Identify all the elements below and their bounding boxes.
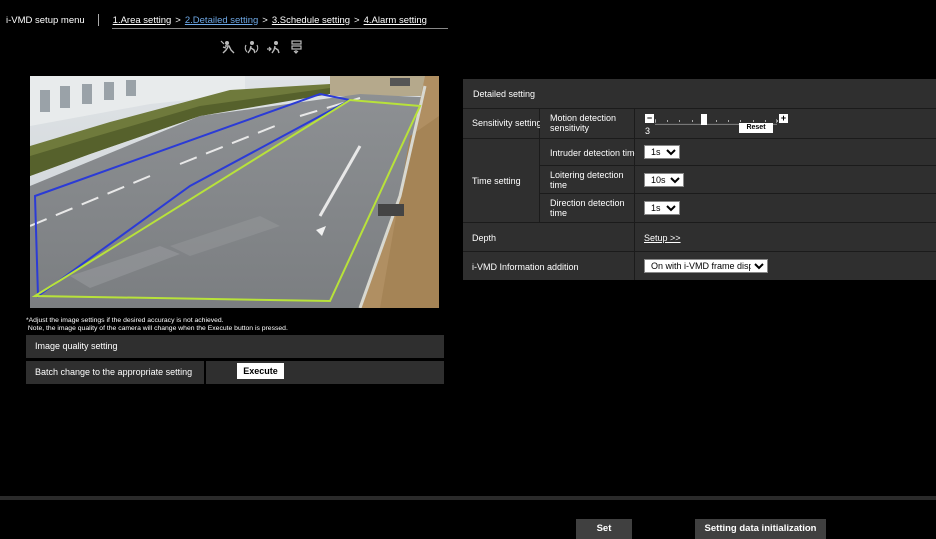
step-area-setting[interactable]: 1.Area setting (113, 15, 172, 26)
slider-tick (740, 120, 741, 122)
step-arrow: > (175, 14, 181, 26)
slider-tick (777, 120, 778, 122)
execute-button[interactable]: Execute (237, 363, 284, 379)
slider-tick (667, 120, 668, 122)
intruder-detection-label: Intruder detection time (550, 148, 640, 158)
menu-underline (112, 28, 448, 29)
image-adjust-note: *Adjust the image settings if the desire… (26, 317, 288, 332)
decrease-sensitivity-button[interactable]: − (645, 114, 654, 123)
intruder-time-select[interactable]: 1s (644, 145, 680, 159)
direction-value-cell (635, 194, 936, 222)
image-quality-row: Image quality setting (26, 335, 444, 358)
bottom-divider (0, 496, 936, 500)
loitering-detection-icon[interactable] (243, 40, 260, 54)
detailed-setting-title: Detailed setting (473, 89, 536, 99)
slider-tick (753, 120, 754, 122)
info-addition-label: i-VMD Information addition (472, 262, 579, 272)
area-list-icon[interactable] (289, 40, 306, 54)
set-button[interactable]: Set (576, 519, 632, 539)
detection-type-icons (220, 40, 306, 54)
slider-tick (728, 120, 729, 122)
loitering-time-select[interactable]: 10s (644, 173, 684, 187)
slider-tick (716, 120, 717, 122)
intruder-value-cell (635, 139, 936, 165)
batch-change-label: Batch change to the appropriate setting (35, 367, 193, 377)
image-quality-label: Image quality setting (35, 341, 118, 351)
menu-title: i-VMD setup menu (6, 14, 85, 26)
loitering-detection-label: Loitering detection time (550, 170, 624, 190)
time-setting-label: Time setting (472, 176, 521, 186)
slider-tick (692, 120, 693, 122)
menu-divider (97, 14, 99, 26)
camera-image[interactable] (30, 76, 439, 308)
batch-change-row: Batch change to the appropriate setting (26, 361, 444, 384)
step-detailed-setting[interactable]: 2.Detailed setting (185, 15, 258, 26)
sensitivity-setting-label: Sensitivity setting (472, 118, 542, 128)
slider-tick (655, 120, 656, 122)
batch-row-divider (204, 361, 206, 384)
intruder-detection-icon[interactable] (220, 40, 237, 54)
info-addition-select[interactable]: On with i-VMD frame display (644, 259, 768, 273)
increase-sensitivity-button[interactable]: + (779, 114, 788, 123)
slider-tick (679, 120, 680, 122)
step-schedule-setting[interactable]: 3.Schedule setting (272, 15, 350, 26)
reset-sensitivity-button[interactable]: Reset (739, 123, 773, 133)
step-arrow: > (354, 14, 360, 26)
direction-detection-icon[interactable] (266, 40, 283, 54)
direction-detection-label: Direction detection time (550, 198, 625, 218)
sensitivity-value: 3 (645, 126, 651, 136)
camera-scene (30, 76, 439, 308)
step-alarm-setting[interactable]: 4.Alarm setting (364, 15, 427, 26)
motion-sensitivity-label: Motion detection sensitivity (550, 113, 617, 133)
setting-initialization-button[interactable]: Setting data initialization (695, 519, 826, 539)
top-menu: i-VMD setup menu 1.Area setting > 2.Deta… (6, 13, 427, 27)
slider-tick (765, 120, 766, 122)
sensitivity-slider-thumb[interactable] (701, 114, 707, 125)
direction-time-select[interactable]: 1s (644, 201, 680, 215)
depth-setup-link[interactable]: Setup >> (644, 233, 681, 243)
depth-label: Depth (472, 233, 497, 243)
step-arrow: > (262, 14, 268, 26)
